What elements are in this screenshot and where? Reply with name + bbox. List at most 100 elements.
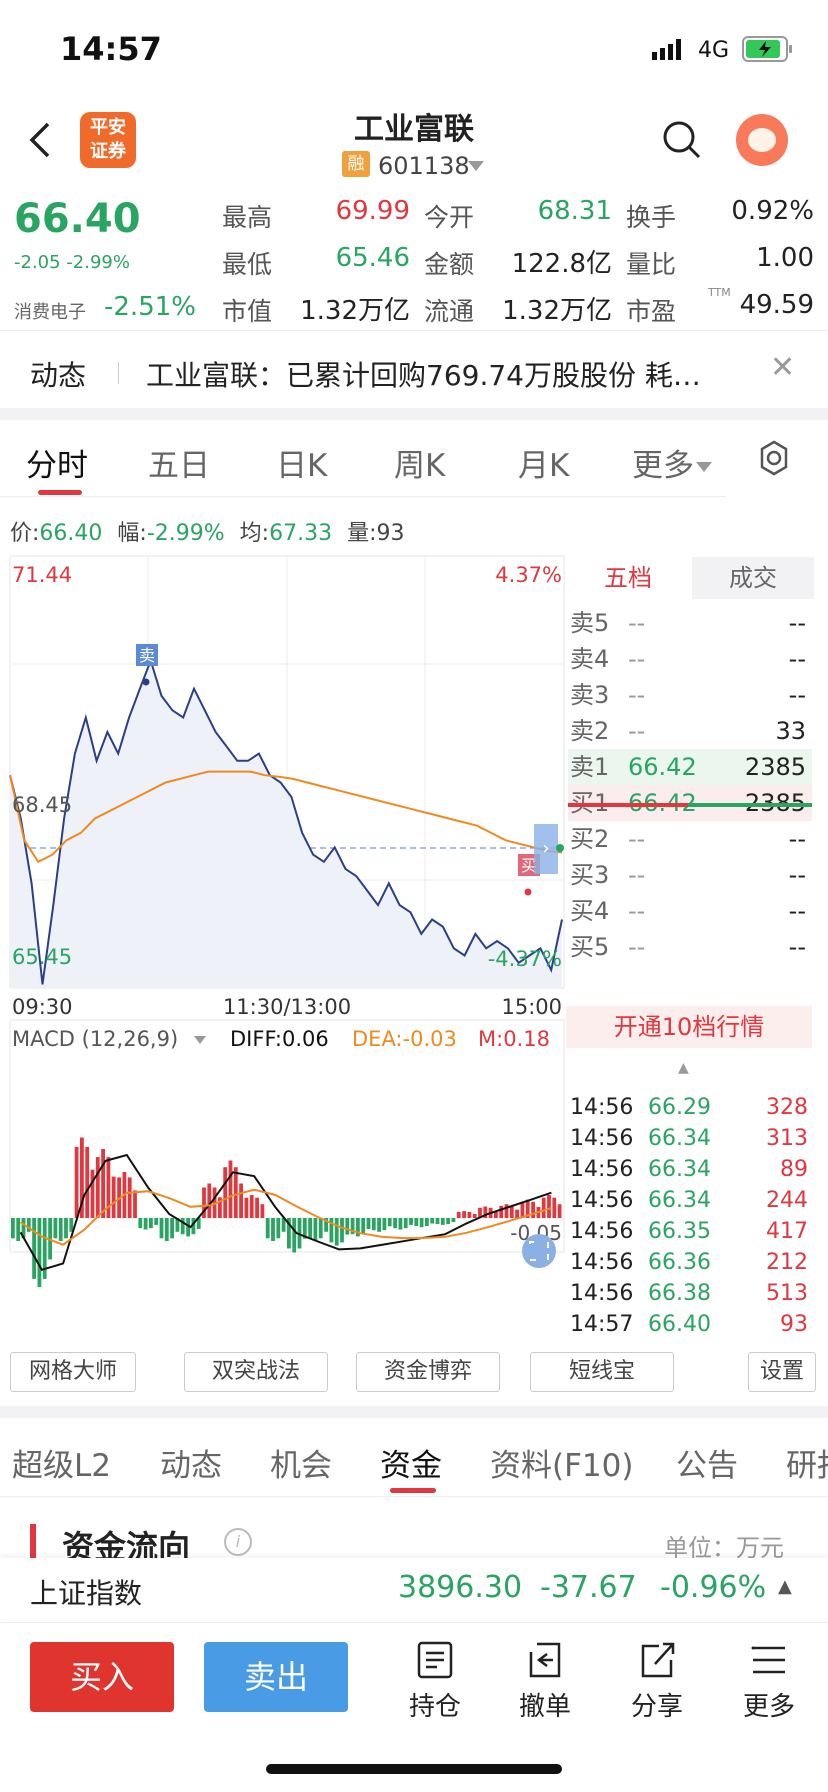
tool-fund-game[interactable]: 资金博弈	[356, 1352, 500, 1392]
stat-value: 122.8亿	[511, 249, 612, 279]
tool-grid-master[interactable]: 网格大师	[10, 1352, 136, 1392]
positions-button[interactable]: 持仓	[390, 1640, 480, 1723]
tool-settings[interactable]: 设置	[748, 1352, 816, 1392]
macd-bar	[95, 1157, 100, 1218]
macd-bar	[430, 1218, 435, 1224]
level-volume: --	[788, 825, 806, 853]
bid-level[interactable]: 买5 -- --	[568, 929, 812, 965]
ttm-superscript: TTM	[708, 286, 731, 299]
tick-volume: 89	[780, 1157, 808, 1182]
share-icon	[641, 1642, 675, 1678]
tab-weekly-k[interactable]: 周K	[394, 440, 445, 485]
tab-monthly-k[interactable]: 月K	[518, 440, 569, 485]
tick-time: 14:56	[570, 1126, 634, 1151]
tick-price: 66.36	[648, 1250, 711, 1275]
tab-announcements[interactable]: 公告	[676, 1440, 738, 1485]
pct-bottom-label: -4.37%	[488, 947, 562, 971]
share-button[interactable]: 分享	[612, 1640, 702, 1723]
stock-code[interactable]: 601138	[378, 152, 470, 180]
news-headline[interactable]: 工业富联：已累计回购769.74万股股份 耗…	[146, 354, 701, 394]
tick-row: 14:56 66.34 89	[570, 1154, 814, 1185]
level-price: --	[628, 717, 646, 745]
macd-bar	[446, 1218, 450, 1225]
tab-funds[interactable]: 资金	[380, 1440, 442, 1485]
sector-change[interactable]: -2.51%	[104, 292, 196, 322]
tab-fenshi[interactable]: 分时	[26, 440, 88, 485]
sell-button[interactable]: 卖出	[204, 1642, 348, 1712]
macd-bar	[170, 1218, 174, 1239]
tab-super-l2[interactable]: 超级L2	[12, 1440, 111, 1485]
tick-volume: 417	[766, 1219, 808, 1244]
tab-opportunity[interactable]: 机会	[270, 1440, 332, 1485]
macd-bar	[149, 1218, 153, 1229]
macd-bar	[419, 1218, 424, 1228]
bid-level[interactable]: 买4 -- --	[568, 893, 812, 929]
macd-bar	[37, 1218, 42, 1287]
tab-daily-k[interactable]: 日K	[276, 440, 327, 485]
buy-point	[524, 888, 532, 896]
search-icon[interactable]	[662, 120, 702, 160]
buy-button[interactable]: 买入	[30, 1642, 174, 1712]
settings-icon[interactable]	[756, 440, 792, 476]
buy-strength-bar	[568, 803, 688, 807]
level-price: --	[628, 825, 646, 853]
level-price: --	[628, 861, 646, 889]
last-price-dot	[556, 844, 564, 852]
macd-bar	[271, 1218, 275, 1241]
close-icon[interactable]: ✕	[770, 350, 795, 385]
macd-bar	[133, 1190, 137, 1218]
macd-bar	[138, 1218, 143, 1229]
status-time: 14:57	[60, 30, 162, 68]
macd-bar	[552, 1197, 557, 1218]
stat-value: 68.31	[537, 196, 612, 226]
macd-bar	[292, 1218, 297, 1253]
macd-bar	[101, 1149, 105, 1218]
dropdown-icon[interactable]	[468, 158, 484, 171]
expand-up-icon[interactable]: ▲	[778, 1576, 792, 1597]
info-icon[interactable]: i	[224, 1528, 252, 1556]
tick-row: 14:56 66.35 417	[570, 1216, 814, 1247]
tab-five-levels[interactable]: 五档	[566, 557, 690, 599]
tick-row: 14:56 66.29 328	[570, 1092, 814, 1123]
tab-more[interactable]: 更多	[632, 440, 712, 485]
tick-time: 14:56	[570, 1250, 634, 1275]
tool-double-breakout[interactable]: 双突战法	[184, 1352, 328, 1392]
tick-volume: 328	[766, 1095, 808, 1120]
bid-level[interactable]: 买2 -- --	[568, 821, 812, 857]
level-label: 买4	[570, 897, 610, 925]
tool-short-line[interactable]: 短线宝	[530, 1352, 674, 1392]
tab-profile-f10[interactable]: 资料(F10)	[490, 1440, 633, 1485]
avatar[interactable]	[736, 114, 788, 166]
ask-level[interactable]: 卖1 66.42 2385	[568, 749, 812, 785]
macd-bar	[345, 1218, 350, 1235]
tab-5day[interactable]: 五日	[148, 440, 210, 485]
tab-deals[interactable]: 成交	[692, 557, 814, 599]
ask-level[interactable]: 卖2 -- 33	[568, 713, 812, 749]
macd-bar	[313, 1218, 318, 1241]
tab-research[interactable]: 研报	[786, 1440, 828, 1485]
ask-level[interactable]: 卖5 -- --	[568, 605, 812, 641]
tick-time: 14:56	[570, 1219, 634, 1244]
bid-level[interactable]: 买3 -- --	[568, 857, 812, 893]
level-label: 卖4	[570, 645, 610, 673]
tab-news[interactable]: 动态	[160, 1440, 222, 1485]
stat-value: 1.00	[756, 243, 814, 273]
more-button[interactable]: 更多	[724, 1640, 814, 1723]
cancel-order-button[interactable]: 撤单	[500, 1640, 590, 1723]
collapse-arrow-icon[interactable]: ▲	[678, 1060, 689, 1076]
level-label: 买2	[570, 825, 610, 853]
level-price: --	[628, 645, 646, 673]
intraday-chart[interactable]: 卖 买 › 71.44 68.45 65.45 4.37% -4.37% 09:…	[0, 548, 566, 1340]
sector-name[interactable]: 消费电子	[14, 298, 86, 324]
macd-bar	[334, 1218, 339, 1246]
ask-level[interactable]: 卖3 -- --	[568, 677, 812, 713]
ask-level[interactable]: 卖4 -- --	[568, 641, 812, 677]
cancel-order-icon	[529, 1642, 561, 1678]
macd-bar	[85, 1146, 90, 1218]
stat-value: 0.92%	[731, 196, 814, 226]
margin-badge: 融	[342, 151, 370, 177]
open-10-levels-button[interactable]: 开通10档行情	[566, 1006, 812, 1048]
tick-price: 66.34	[648, 1157, 711, 1182]
section-gap	[0, 408, 828, 420]
tick-price: 66.34	[648, 1126, 711, 1151]
